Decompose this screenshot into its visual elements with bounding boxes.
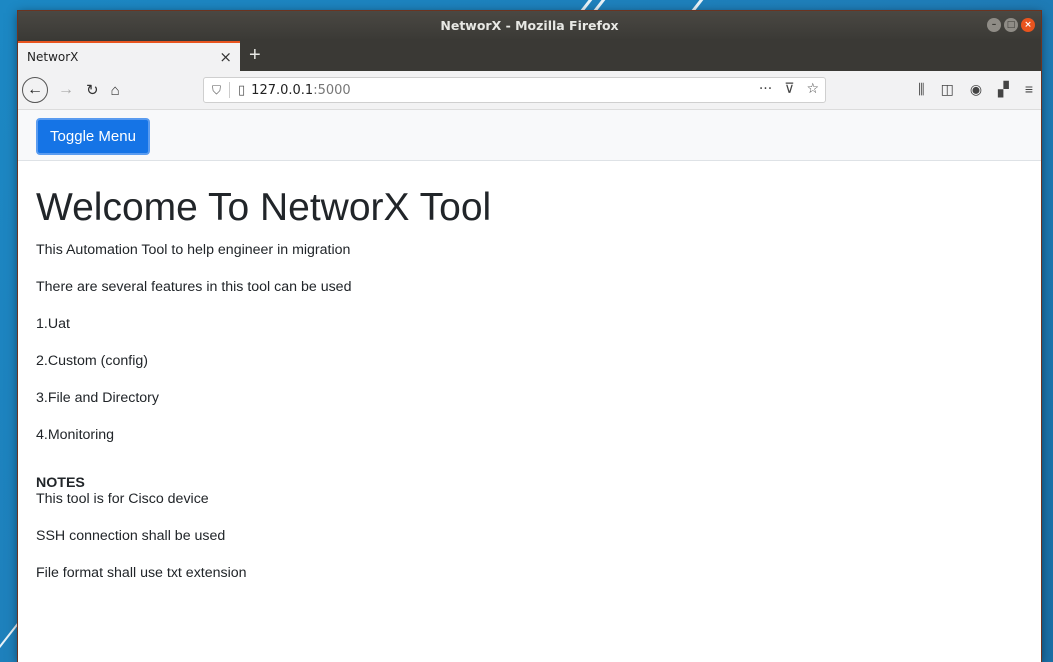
page-icon[interactable]: ▯: [238, 83, 245, 98]
tab-close-icon[interactable]: ×: [219, 48, 232, 66]
url-host: 127.0.0.1: [251, 82, 314, 98]
feature-item: 1.Uat: [36, 315, 70, 332]
url-port: :5000: [313, 82, 351, 98]
url-actions: ··· ⊽ ☆: [759, 81, 819, 97]
url-bar[interactable]: ⛉ ▯ 127.0.0.1 :5000 ··· ⊽ ☆: [203, 77, 826, 103]
intro-line: This Automation Tool to help engineer in…: [36, 241, 351, 258]
toolbar-right: ⫼ ◫ ◉ ▞ ≡: [918, 81, 1033, 98]
window-title: NetworX - Mozilla Firefox: [440, 17, 619, 33]
tab-networx[interactable]: NetworX ×: [18, 41, 240, 71]
page-content: Toggle Menu Welcome To NetworX Tool This…: [18, 110, 1041, 650]
close-window-icon[interactable]: ×: [1021, 18, 1035, 32]
note-item: This tool is for Cisco device: [36, 490, 209, 507]
menu-icon[interactable]: ≡: [1025, 81, 1033, 98]
intro-line: There are several features in this tool …: [36, 278, 352, 295]
shield-icon[interactable]: ⛉: [212, 83, 221, 98]
more-icon[interactable]: ···: [759, 81, 772, 97]
note-item: SSH connection shall be used: [36, 527, 226, 544]
page-title: Welcome To NetworX Tool: [36, 186, 492, 229]
pocket-icon[interactable]: ⊽: [784, 81, 794, 97]
toggle-menu-button[interactable]: Toggle Menu: [36, 118, 150, 155]
sidebar-icon[interactable]: ◫: [941, 81, 954, 98]
tab-bar: NetworX × +: [18, 39, 1041, 71]
maximize-icon[interactable]: □: [1004, 18, 1018, 32]
extensions-icon[interactable]: ▞: [998, 81, 1009, 98]
bookmark-star-icon[interactable]: ☆: [806, 81, 819, 97]
page-topbar: Toggle Menu: [18, 110, 1041, 161]
url-separator: [229, 82, 231, 98]
main-content: Welcome To NetworX Tool This Automation …: [18, 186, 1041, 581]
account-icon[interactable]: ◉: [970, 81, 982, 98]
new-tab-button[interactable]: +: [249, 44, 261, 67]
feature-item: 4.Monitoring: [36, 426, 115, 443]
tab-label: NetworX: [27, 50, 79, 64]
navigation-toolbar: ← → ↻ ⌂ ⛉ ▯ 127.0.0.1 :5000 ··· ⊽ ☆ ⫼ ◫ …: [18, 71, 1041, 110]
browser-window: NetworX - Mozilla Firefox – □ × NetworX …: [18, 11, 1041, 662]
window-controls: – □ ×: [987, 18, 1035, 32]
feature-item: 3.File and Directory: [36, 389, 160, 406]
back-icon[interactable]: ←: [22, 77, 48, 103]
feature-item: 2.Custom (config): [36, 352, 148, 369]
note-item: File format shall use txt extension: [36, 564, 247, 581]
notes-heading: NOTES: [36, 474, 85, 491]
minimize-icon[interactable]: –: [987, 18, 1001, 32]
library-icon[interactable]: ⫼: [918, 81, 924, 98]
reload-icon[interactable]: ↻: [86, 81, 99, 99]
forward-icon[interactable]: →: [58, 81, 74, 99]
home-icon[interactable]: ⌂: [111, 82, 120, 99]
window-titlebar: NetworX - Mozilla Firefox – □ ×: [18, 11, 1041, 39]
